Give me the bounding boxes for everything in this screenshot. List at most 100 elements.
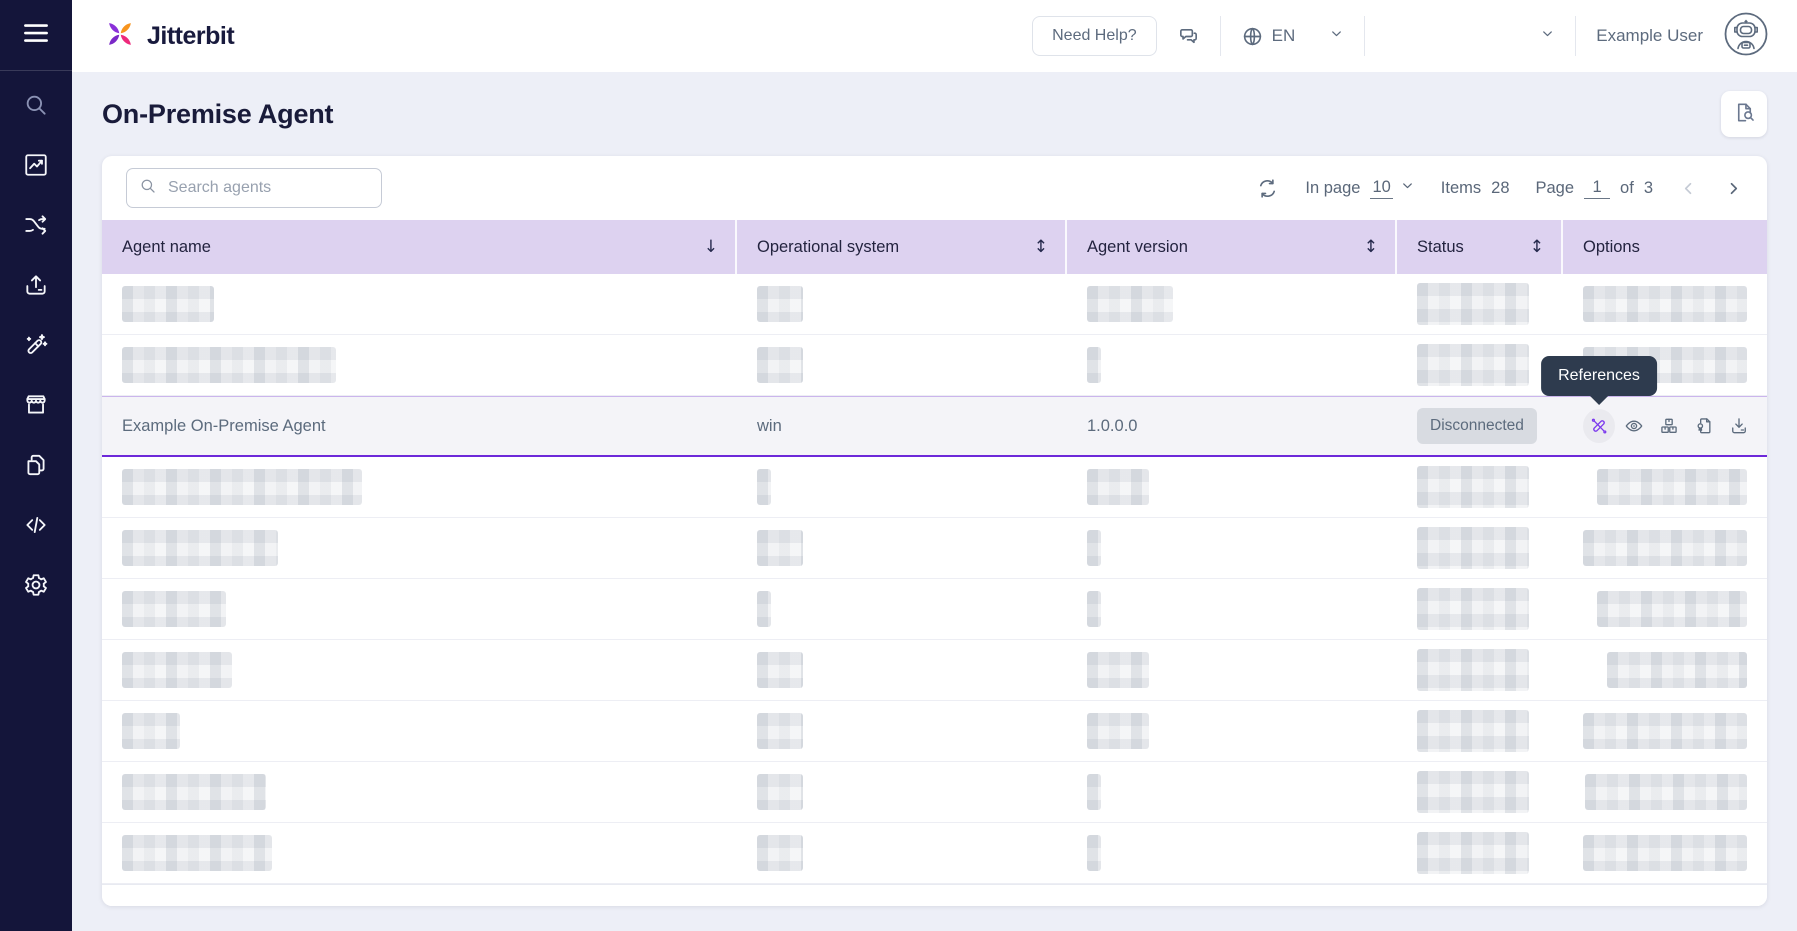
search-input[interactable] — [166, 178, 369, 198]
table-toolbar: In page 10 Items 28 Page — [102, 156, 1767, 220]
sort-both-icon: ↕ — [1364, 237, 1378, 257]
language-select[interactable]: EN — [1241, 25, 1345, 48]
items-label: Items — [1441, 179, 1481, 198]
redacted-version — [1087, 652, 1149, 688]
document-search-icon — [1733, 101, 1756, 127]
tooltip: References — [1541, 356, 1657, 396]
options-cell — [1563, 762, 1767, 822]
name-cell — [102, 823, 737, 883]
next-page-button[interactable] — [1724, 179, 1743, 198]
refresh-icon[interactable] — [1256, 177, 1279, 200]
os-cell — [737, 640, 1067, 700]
options-cell: References — [1563, 397, 1767, 455]
sidebar-item-workflows[interactable] — [0, 197, 72, 257]
agents-card: In page 10 Items 28 Page — [102, 156, 1767, 906]
page-size-select[interactable]: 10 — [1370, 178, 1414, 199]
name-cell — [102, 274, 737, 334]
column-header-agent-name[interactable]: Agent name↓ — [102, 220, 737, 274]
version-cell — [1067, 762, 1397, 822]
redacted-status — [1417, 832, 1529, 874]
redacted-os — [757, 286, 803, 322]
column-header-operational-system[interactable]: Operational system↕ — [737, 220, 1067, 274]
table-row — [102, 640, 1767, 701]
table-header: Agent name↓Operational system↕Agent vers… — [102, 220, 1767, 274]
user-avatar[interactable] — [1723, 11, 1769, 62]
page-label: Page — [1536, 179, 1575, 198]
view-button[interactable] — [1618, 409, 1650, 443]
redacted-name — [122, 774, 266, 810]
agent-name: Example On-Premise Agent — [122, 417, 326, 436]
menu-button[interactable] — [0, 0, 72, 71]
in-page-label: In page — [1305, 179, 1360, 198]
need-help-button[interactable]: Need Help? — [1032, 16, 1157, 56]
status-cell — [1397, 335, 1563, 395]
version-cell — [1067, 335, 1397, 395]
feedback-chat-icon[interactable] — [1177, 25, 1200, 48]
download-button[interactable] — [1723, 409, 1755, 443]
status-cell — [1397, 701, 1563, 761]
os-cell — [737, 579, 1067, 639]
redacted-os — [757, 713, 803, 749]
os-cell — [737, 701, 1067, 761]
table-row — [102, 579, 1767, 640]
redacted-status — [1417, 466, 1529, 508]
redacted-name — [122, 469, 362, 505]
page-preview-button[interactable] — [1721, 91, 1767, 137]
version-cell — [1067, 274, 1397, 334]
redacted-version — [1087, 530, 1101, 566]
agent-os: win — [757, 417, 782, 436]
redacted-version — [1087, 774, 1101, 810]
options-cell — [1563, 701, 1767, 761]
tooltip-text: References — [1558, 367, 1640, 384]
org-select[interactable] — [1385, 26, 1555, 46]
redacted-name — [122, 347, 336, 383]
marketplace-icon — [23, 392, 49, 423]
sidebar-item-marketplace[interactable] — [0, 377, 72, 437]
redacted-os — [757, 591, 771, 627]
sort-both-icon: ↕ — [1530, 237, 1544, 257]
redacted-status — [1417, 527, 1529, 569]
sidebar-item-settings[interactable] — [0, 557, 72, 617]
language-label: EN — [1272, 26, 1296, 46]
topbar: Jitterbit Need Help? EN — [72, 0, 1797, 72]
os-cell — [737, 518, 1067, 578]
sidebar-item-wand[interactable] — [0, 317, 72, 377]
column-label: Agent name — [122, 238, 211, 257]
status-cell — [1397, 518, 1563, 578]
references-button[interactable]: References — [1583, 409, 1615, 443]
certificate-button[interactable] — [1688, 409, 1720, 443]
name-cell — [102, 518, 737, 578]
sidebar-item-dashboard[interactable] — [0, 137, 72, 197]
packages-button[interactable] — [1653, 409, 1685, 443]
redacted-version — [1087, 713, 1149, 749]
table-row — [102, 823, 1767, 884]
column-header-status[interactable]: Status↕ — [1397, 220, 1563, 274]
page-number-input[interactable] — [1584, 178, 1610, 199]
menu-icon — [21, 18, 51, 53]
column-label: Options — [1583, 238, 1640, 257]
options-cell — [1563, 457, 1767, 517]
prev-page-button[interactable] — [1679, 179, 1698, 198]
status-cell — [1397, 579, 1563, 639]
status-cell — [1397, 823, 1563, 883]
redacted-version — [1087, 591, 1101, 627]
status-cell — [1397, 274, 1563, 334]
sidebar-item-code[interactable] — [0, 497, 72, 557]
dashboard-icon — [23, 152, 49, 183]
redacted-os — [757, 469, 771, 505]
sidebar-item-deploy[interactable] — [0, 257, 72, 317]
redacted-version — [1087, 286, 1173, 322]
user-name: Example User — [1596, 26, 1703, 46]
version-cell — [1067, 457, 1397, 517]
redacted-os — [757, 774, 803, 810]
chevron-down-icon — [1400, 178, 1415, 198]
table-row[interactable]: Example On-Premise Agentwin1.0.0.0Discon… — [102, 396, 1767, 457]
redacted-options — [1607, 652, 1747, 688]
os-cell — [737, 457, 1067, 517]
column-header-agent-version[interactable]: Agent version↕ — [1067, 220, 1397, 274]
code-icon — [23, 512, 49, 543]
redacted-options — [1583, 530, 1747, 566]
sidebar-item-copy[interactable] — [0, 437, 72, 497]
sidebar-item-search[interactable] — [0, 77, 72, 137]
of-label: of — [1620, 179, 1634, 198]
